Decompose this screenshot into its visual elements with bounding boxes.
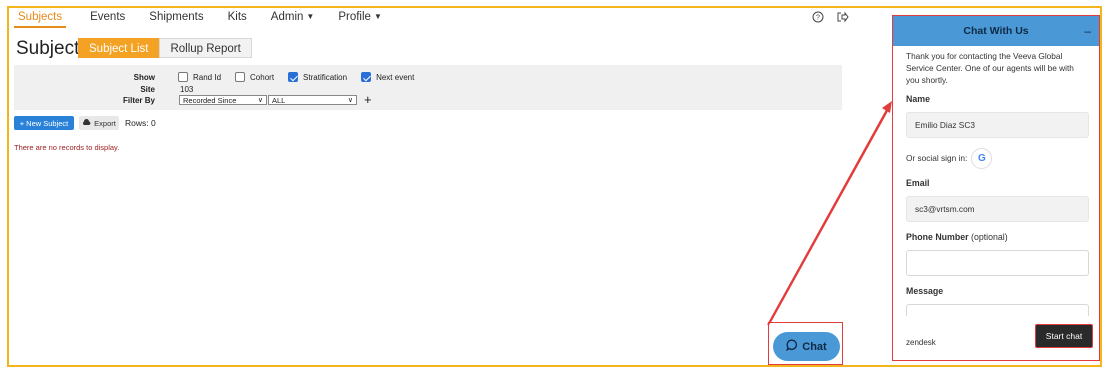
email-field[interactable]: sc3@vrtsm.com (906, 196, 1089, 222)
nav-shipments[interactable]: Shipments (149, 9, 203, 23)
rows-count: Rows: 0 (125, 118, 156, 128)
checkbox-box[interactable] (288, 72, 299, 82)
tab-subject-list[interactable]: Subject List (78, 38, 160, 58)
checkbox-box[interactable] (235, 72, 246, 82)
add-filter-icon[interactable]: + (364, 93, 372, 106)
zendesk-logo: zendesk (906, 338, 936, 347)
chevron-down-icon: ∨ (347, 97, 353, 104)
nav-kits[interactable]: Kits (228, 9, 247, 23)
social-sign-in: Or social sign in: G (906, 147, 1089, 169)
export-button[interactable]: Export (79, 116, 119, 130)
minimize-icon[interactable]: – (1084, 24, 1091, 38)
email-label: Email (906, 178, 930, 188)
nav-profile[interactable]: Profile ▼ (338, 9, 382, 23)
chat-launcher-button[interactable]: Chat (773, 332, 840, 361)
chevron-down-icon: ∨ (257, 97, 263, 104)
show-label: Show (133, 73, 155, 82)
nav-admin[interactable]: Admin ▼ (271, 9, 315, 23)
start-chat-button[interactable]: Start chat (1035, 324, 1093, 348)
nav-events[interactable]: Events (90, 9, 125, 23)
name-field[interactable]: Emilio Diaz SC3 (906, 112, 1089, 138)
filter-panel: Show Rand Id Cohort Stratification Next … (14, 65, 842, 110)
checkbox-next-event[interactable]: Next event (361, 72, 414, 82)
caret-down-icon: ▼ (306, 12, 315, 21)
caret-down-icon: ▼ (373, 12, 382, 21)
chat-widget: Chat With Us – Thank you for contacting … (892, 15, 1100, 361)
nav-subjects[interactable]: Subjects (14, 9, 67, 28)
tab-rollup-report[interactable]: Rollup Report (159, 38, 252, 58)
chat-header: Chat With Us – (893, 16, 1099, 46)
checkbox-box[interactable] (361, 72, 372, 82)
filter-by-select[interactable]: Recorded Since ∨ (179, 95, 267, 105)
site-label: Site (140, 85, 155, 94)
message-label: Message (906, 286, 944, 296)
filter-value-select[interactable]: ALL ∨ (268, 95, 357, 105)
view-tabs: Subject List Rollup Report (78, 38, 252, 58)
phone-label: Phone Number (optional) (906, 232, 1008, 242)
chat-form: Thank you for contacting the Veeva Globa… (893, 46, 1099, 330)
top-nav: Subjects Events Shipments Kits Admin ▼ Pr… (14, 9, 406, 31)
google-icon[interactable]: G (971, 147, 993, 169)
chat-bubble-icon (786, 339, 798, 354)
logout-icon[interactable] (836, 11, 849, 26)
checkbox-box[interactable] (178, 72, 188, 82)
site-value: 103 (180, 85, 194, 94)
phone-field[interactable] (906, 250, 1089, 276)
help-icon[interactable]: ? (812, 11, 824, 26)
chat-title: Chat With Us (963, 25, 1029, 37)
top-icons: ? (812, 11, 849, 26)
empty-message: There are no records to display. (14, 143, 120, 152)
svg-text:?: ? (816, 15, 820, 22)
checkbox-cohort[interactable]: Cohort (235, 72, 274, 82)
new-subject-button[interactable]: + New Subject (14, 116, 74, 130)
name-label: Name (906, 94, 930, 104)
checkbox-rand-id[interactable]: Rand Id (178, 72, 221, 82)
cloud-download-icon (82, 118, 91, 128)
checkbox-stratification[interactable]: Stratification (288, 72, 347, 82)
chat-footer: zendesk Start chat (893, 316, 1099, 360)
chat-intro: Thank you for contacting the Veeva Globa… (906, 51, 1074, 85)
filter-by-label: Filter By (122, 96, 155, 105)
